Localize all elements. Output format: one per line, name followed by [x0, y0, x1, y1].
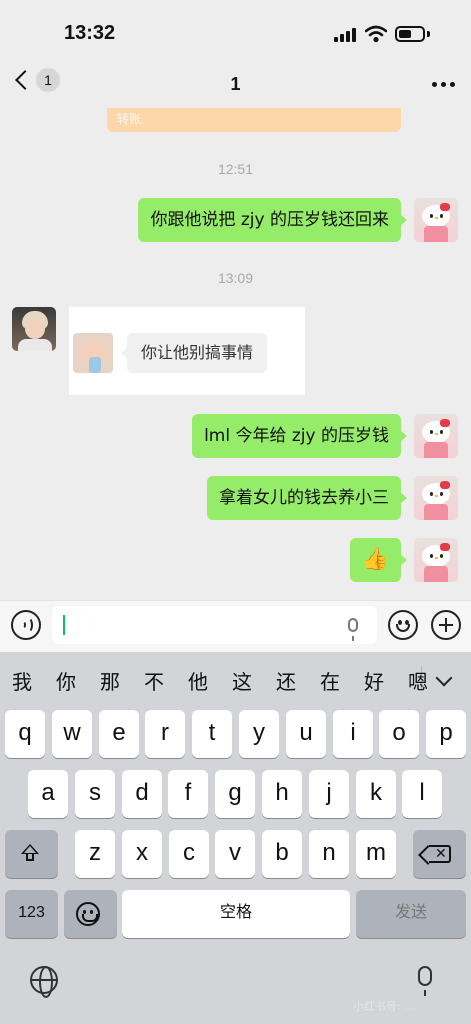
key-k[interactable]: k	[356, 770, 396, 818]
candidate-word[interactable]: 他	[188, 666, 208, 695]
key-m[interactable]: m	[356, 830, 396, 878]
emoji-button[interactable]	[388, 610, 418, 640]
emoji-key[interactable]	[64, 890, 117, 938]
battery-fill	[399, 30, 411, 38]
key-a[interactable]: a	[28, 770, 68, 818]
hello-kitty-avatar[interactable]	[414, 198, 458, 242]
timestamp: 13:09	[217, 270, 254, 286]
key-o[interactable]: o	[379, 710, 419, 758]
key-p[interactable]: p	[426, 710, 466, 758]
chevron-down-icon[interactable]	[435, 669, 453, 687]
key-e[interactable]: e	[99, 710, 139, 758]
key-r[interactable]: r	[145, 710, 185, 758]
candidate-word[interactable]: 不	[144, 666, 164, 695]
quoted-message-card[interactable]: 你让他别搞事情	[69, 307, 305, 395]
dictation-microphone-icon[interactable]	[418, 966, 432, 996]
send-key[interactable]: 发送	[356, 890, 466, 938]
more-functions-button[interactable]	[431, 610, 461, 640]
smiley-icon	[76, 902, 100, 926]
status-bar: 13:32	[0, 0, 471, 60]
space-key[interactable]: 空格	[122, 890, 350, 938]
baby-avatar	[73, 333, 113, 373]
person-avatar[interactable]	[12, 307, 56, 351]
key-c[interactable]: c	[169, 830, 209, 878]
quoted-message-text: 你让他别搞事情	[121, 333, 267, 373]
message-list[interactable]: 转账 12:51 你跟他说把 zjy 的压岁钱还回来 13:09 你让他别搞事情…	[0, 108, 471, 600]
candidate-word[interactable]: 嗯	[408, 666, 428, 695]
candidate-word[interactable]: 在	[320, 666, 340, 695]
chat-header: 1 1	[0, 60, 471, 108]
candidate-word[interactable]: 还	[276, 666, 296, 695]
message-bubble-outgoing[interactable]: 你跟他说把 zjy 的压岁钱还回来	[138, 198, 407, 242]
battery-tip	[427, 31, 430, 37]
battery-icon	[395, 26, 425, 42]
candidate-word[interactable]: 好	[364, 666, 384, 695]
hello-kitty-avatar[interactable]	[414, 538, 458, 582]
key-y[interactable]: y	[239, 710, 279, 758]
key-l[interactable]: l	[402, 770, 442, 818]
message-input-bar	[0, 600, 471, 652]
key-v[interactable]: v	[215, 830, 255, 878]
timestamp: 12:51	[217, 161, 254, 177]
candidate-word[interactable]: 这	[232, 666, 252, 695]
message-bubble-outgoing[interactable]: 拿着女儿的钱去养小三	[207, 476, 407, 520]
key-n[interactable]: n	[309, 830, 349, 878]
key-d[interactable]: d	[122, 770, 162, 818]
key-f[interactable]: f	[168, 770, 208, 818]
message-bubble-outgoing[interactable]: lml 今年给 zjy 的压岁钱	[192, 414, 407, 458]
status-time: 13:32	[64, 22, 116, 44]
candidate-bar: 我你那不他这还在好嗯	[0, 652, 471, 704]
watermark: 小红书号: ...	[353, 1000, 415, 1013]
cellular-signal-icon	[334, 28, 358, 42]
key-w[interactable]: w	[52, 710, 92, 758]
numbers-key[interactable]: 123	[5, 890, 58, 938]
candidate-word[interactable]: 那	[100, 666, 120, 695]
transfer-label: 转账	[117, 112, 142, 126]
hello-kitty-avatar[interactable]	[414, 476, 458, 520]
key-i[interactable]: i	[333, 710, 373, 758]
hello-kitty-avatar[interactable]	[414, 414, 458, 458]
wifi-icon	[365, 25, 387, 43]
transfer-card[interactable]: 转账	[107, 108, 401, 132]
voice-input-button[interactable]	[11, 610, 41, 640]
key-g[interactable]: g	[215, 770, 255, 818]
key-z[interactable]: z	[75, 830, 115, 878]
microphone-icon[interactable]	[348, 618, 358, 641]
key-h[interactable]: h	[262, 770, 302, 818]
text-caret	[63, 615, 65, 635]
shift-key[interactable]	[5, 830, 58, 878]
key-q[interactable]: q	[5, 710, 45, 758]
key-t[interactable]: t	[192, 710, 232, 758]
candidate-word[interactable]: 我	[12, 666, 32, 695]
chat-title: 1	[230, 74, 241, 94]
more-options-icon[interactable]	[432, 82, 455, 87]
key-x[interactable]: x	[122, 830, 162, 878]
key-j[interactable]: j	[309, 770, 349, 818]
globe-icon[interactable]	[30, 966, 58, 998]
keyboard: 我你那不他这还在好嗯 qwertyuiopasdfghjklzxcvbnm ✕ …	[0, 652, 471, 1024]
thumbs-up-icon[interactable]: 👍	[349, 538, 408, 582]
key-u[interactable]: u	[286, 710, 326, 758]
key-b[interactable]: b	[262, 830, 302, 878]
candidate-word[interactable]: 你	[56, 666, 76, 695]
key-s[interactable]: s	[75, 770, 115, 818]
message-input[interactable]	[52, 606, 377, 644]
delete-key[interactable]: ✕	[413, 830, 466, 878]
